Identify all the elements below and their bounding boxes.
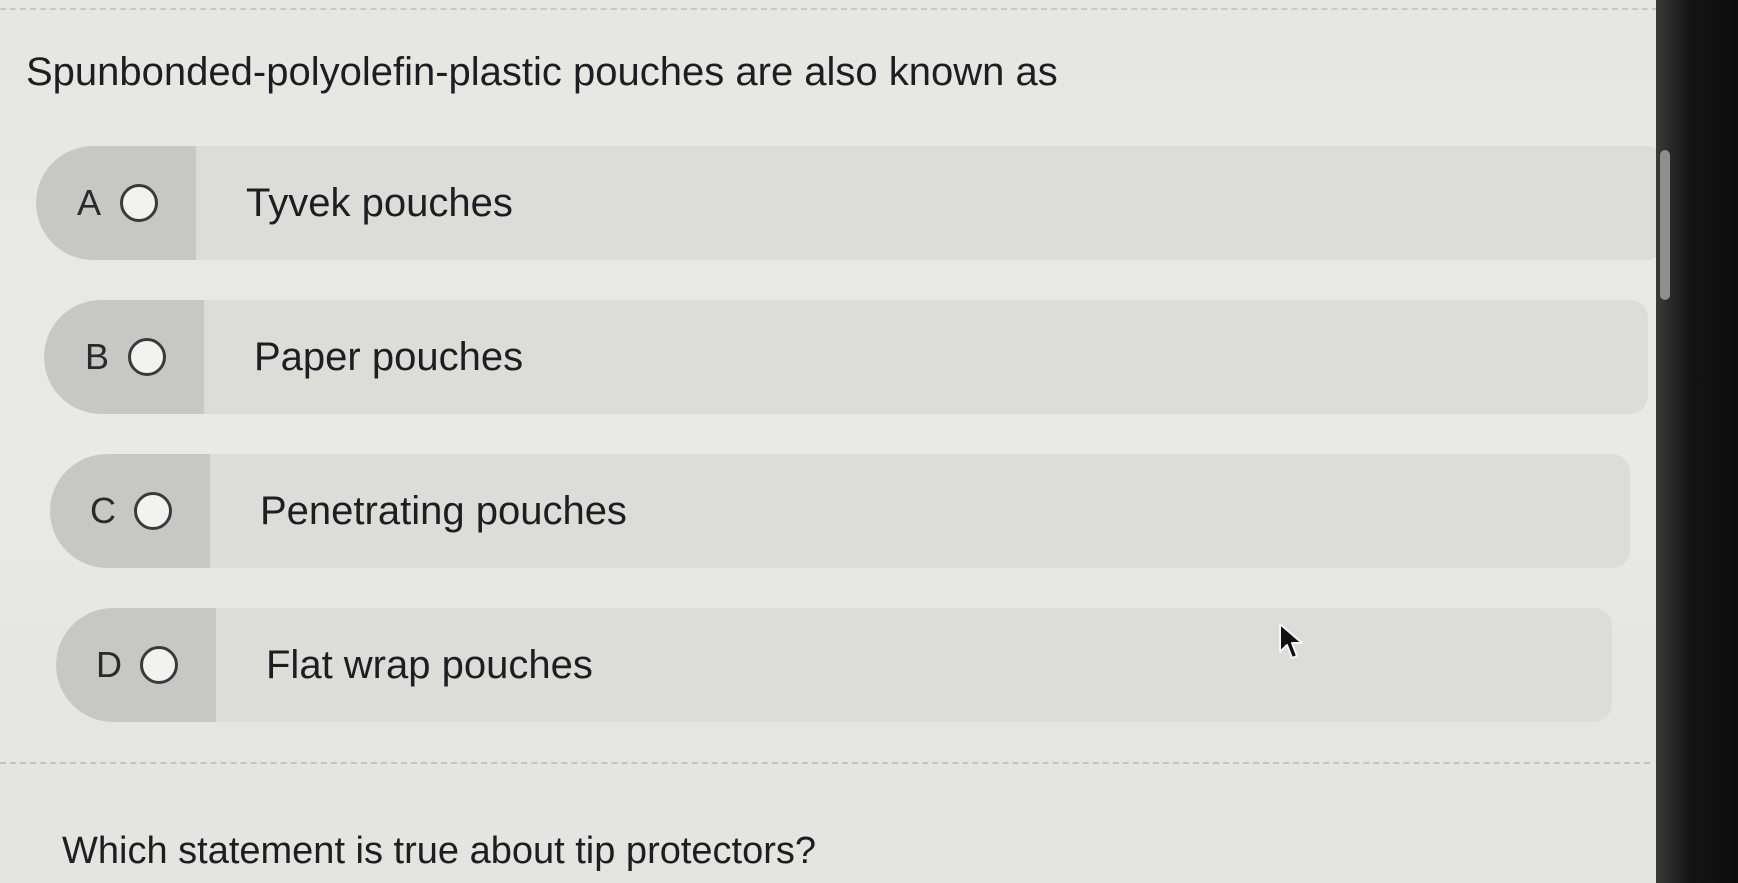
radio-unselected-icon[interactable]	[120, 184, 158, 222]
question-text: Spunbonded-polyolefin-plastic pouches ar…	[26, 50, 1058, 94]
option-c[interactable]: C Penetrating pouches	[50, 454, 1630, 568]
option-a-tab[interactable]: A	[36, 146, 196, 260]
question-divider	[0, 762, 1650, 764]
radio-unselected-icon[interactable]	[134, 492, 172, 530]
option-a-letter: A	[76, 182, 101, 223]
quiz-screen: Spunbonded-polyolefin-plastic pouches ar…	[0, 0, 1738, 883]
option-c-letter: C	[90, 490, 116, 531]
option-a-label: Tyvek pouches	[246, 180, 513, 225]
option-b-tab[interactable]: B	[44, 300, 204, 414]
option-c-tab[interactable]: C	[50, 454, 210, 568]
option-d[interactable]: D Flat wrap pouches	[56, 608, 1612, 722]
mouse-pointer-icon	[1279, 623, 1303, 659]
option-b-letter: B	[84, 336, 109, 377]
option-c-label: Penetrating pouches	[260, 488, 627, 533]
option-b[interactable]: B Paper pouches	[44, 300, 1648, 414]
option-d-tab[interactable]: D	[56, 608, 216, 722]
radio-unselected-icon[interactable]	[128, 338, 166, 376]
option-d-letter: D	[96, 644, 122, 685]
top-divider	[0, 8, 1738, 10]
answer-options: A Tyvek pouches B Paper pouches C Penetr…	[36, 146, 1666, 762]
radio-unselected-icon[interactable]	[140, 646, 178, 684]
option-b-label: Paper pouches	[254, 334, 524, 379]
next-question-text: Which statement is true about tip protec…	[62, 830, 817, 872]
screen-bezel	[1656, 0, 1738, 883]
option-d-label: Flat wrap pouches	[266, 642, 593, 687]
scrollbar-thumb[interactable]	[1660, 150, 1670, 300]
option-a[interactable]: A Tyvek pouches	[36, 146, 1664, 260]
